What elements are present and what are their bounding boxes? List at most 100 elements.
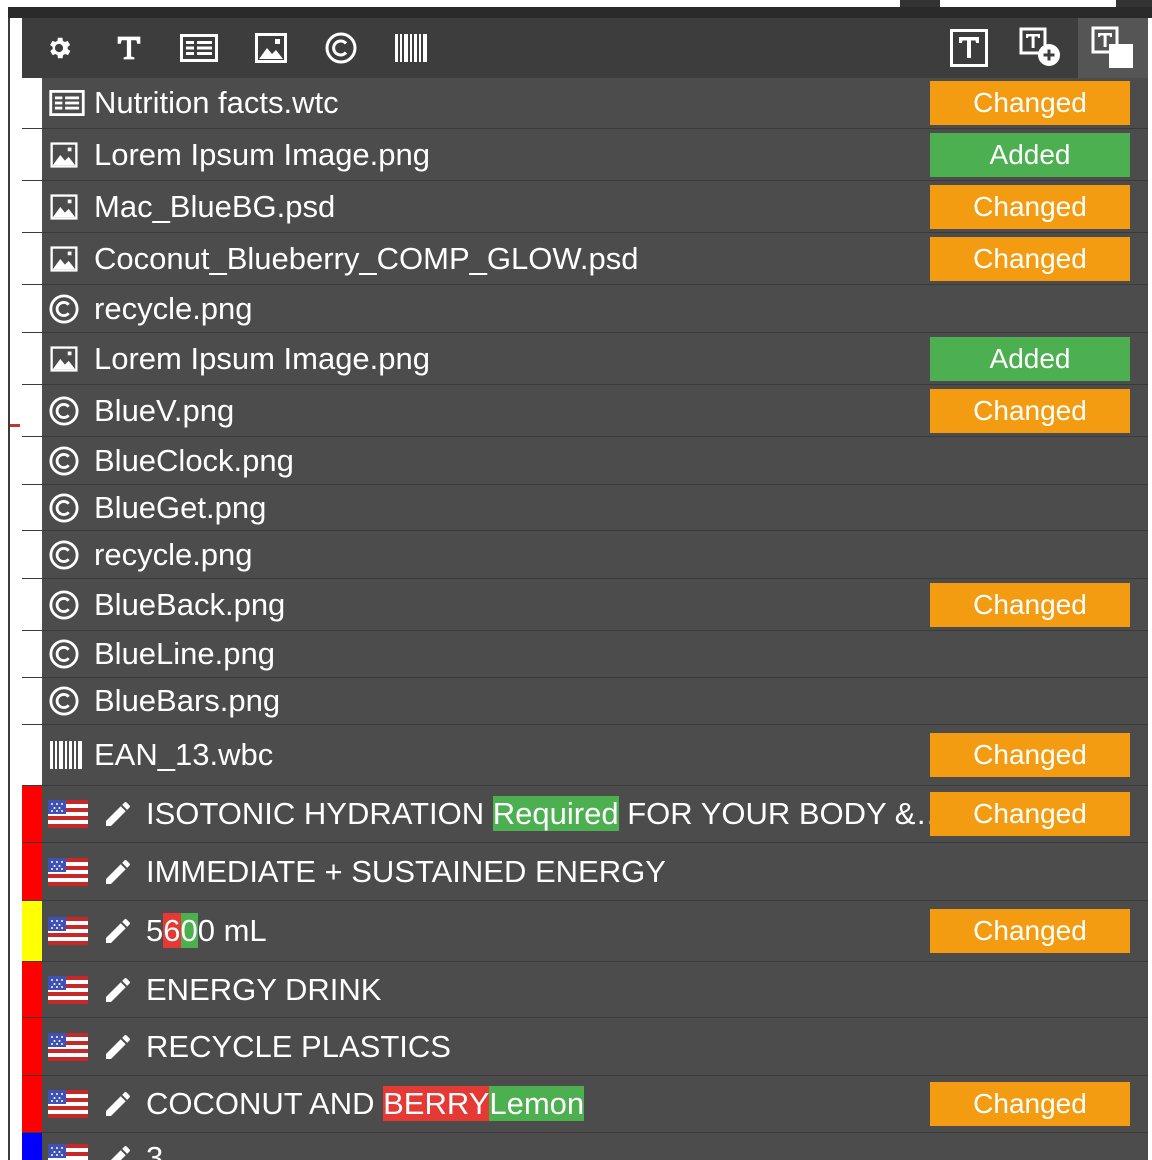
row-color-stripe — [22, 962, 42, 1017]
pencil-icon[interactable] — [102, 915, 134, 947]
layer-row[interactable]: BlueBars.png — [22, 678, 1148, 725]
pencil-icon[interactable] — [102, 798, 134, 830]
text-segment: 5 — [146, 913, 164, 948]
text-segment: RECYCLE PLASTICS — [146, 1028, 451, 1064]
status-badge: Changed — [930, 1082, 1130, 1126]
image-icon — [49, 345, 79, 373]
layer-row[interactable]: RECYCLE PLASTICS — [22, 1018, 1148, 1076]
table-icon[interactable] — [174, 18, 224, 78]
status-badge: Changed — [930, 733, 1130, 777]
layer-row[interactable]: Lorem Ipsum Image.png Added — [22, 333, 1148, 385]
status-badge: Changed — [930, 909, 1130, 953]
layer-row[interactable]: Nutrition facts.wtc Changed — [22, 78, 1148, 129]
layer-row[interactable]: recycle.png — [22, 285, 1148, 333]
status-badge: Changed — [930, 236, 1130, 281]
pencil-icon[interactable] — [102, 1142, 134, 1160]
layer-row[interactable]: Mac_BlueBG.psd Changed — [22, 181, 1148, 233]
layer-row[interactable]: COCONUT AND BERRYLemon Changed — [22, 1076, 1148, 1133]
text-layer-icon[interactable] — [1078, 18, 1148, 78]
row-color-stripe — [22, 1133, 42, 1160]
layer-name: BlueBack.png — [94, 586, 285, 624]
layer-list-panel: Nutrition facts.wtc Changed Lorem Ipsum Im… — [22, 18, 1148, 1160]
layer-name: recycle.png — [94, 290, 253, 328]
row-color-stripe — [22, 437, 42, 484]
layer-row[interactable]: ENERGY DRINK — [22, 962, 1148, 1018]
pencil-icon[interactable] — [102, 974, 134, 1006]
pencil-icon[interactable] — [102, 1088, 134, 1120]
layer-name: BlueLine.png — [94, 635, 275, 673]
status-badge: Added — [930, 132, 1130, 177]
copyright-icon — [49, 395, 79, 426]
status-badge: Changed — [930, 792, 1130, 836]
layer-name: Mac_BlueBG.psd — [94, 188, 335, 226]
inserted-text: Required — [492, 796, 619, 831]
layer-name: Lorem Ipsum Image.png — [94, 136, 430, 174]
layer-name: COCONUT AND BERRYLemon — [146, 1085, 585, 1123]
status-badge: Changed — [930, 184, 1130, 229]
us-flag-icon — [48, 1090, 88, 1118]
layer-name: 5600 mL — [146, 912, 267, 950]
layer-row[interactable]: BlueLine.png — [22, 631, 1148, 678]
layer-name: BlueClock.png — [94, 442, 294, 480]
image-icon — [49, 141, 79, 169]
copyright-icon — [49, 492, 79, 523]
text-segment: FOR YOUR BODY &… — [618, 796, 947, 831]
status-badge: Added — [930, 336, 1130, 381]
text-box-icon[interactable] — [942, 18, 996, 78]
text-segment: EAN_13.wbc — [94, 737, 274, 772]
barcode-icon[interactable] — [386, 18, 436, 78]
layer-name: Lorem Ipsum Image.png — [94, 340, 430, 378]
pencil-icon[interactable] — [102, 856, 134, 888]
row-color-stripe — [22, 1018, 42, 1075]
row-color-stripe — [22, 485, 42, 530]
deleted-text: BERRY — [383, 1086, 490, 1121]
layer-name: IMMEDIATE + SUSTAINED ENERGY — [146, 853, 666, 891]
layer-name: Coconut_Blueberry_COMP_GLOW.psd — [94, 240, 638, 278]
layer-row[interactable]: recycle.png — [22, 531, 1148, 579]
layer-row[interactable]: 3 — [22, 1133, 1148, 1160]
layer-row[interactable]: EAN_13.wbc Changed — [22, 725, 1148, 786]
layer-name: ENERGY DRINK — [146, 971, 381, 1009]
us-flag-icon — [48, 1032, 88, 1061]
layer-row[interactable]: ISOTONIC HYDRATION Required FOR YOUR BOD… — [22, 786, 1148, 843]
pencil-icon[interactable] — [102, 1031, 134, 1063]
status-badge: Changed — [930, 388, 1130, 433]
layer-row[interactable]: BlueGet.png — [22, 485, 1148, 531]
inserted-text: Lemon — [489, 1086, 585, 1121]
table-icon — [49, 90, 85, 116]
copyright-icon — [49, 445, 79, 476]
layer-row[interactable]: BlueBack.png Changed — [22, 579, 1148, 631]
text-add-icon[interactable] — [1014, 18, 1068, 78]
layer-row[interactable]: BlueClock.png — [22, 437, 1148, 485]
copyright-icon — [49, 686, 79, 716]
gear-icon[interactable] — [36, 18, 82, 78]
window-top-strip — [8, 0, 1152, 18]
image-icon — [49, 193, 79, 221]
left-edge-marker — [10, 424, 20, 427]
layer-row[interactable]: Coconut_Blueberry_COMP_GLOW.psd Changed — [22, 233, 1148, 285]
us-flag-icon — [48, 1143, 88, 1160]
text-segment: 3 — [146, 1139, 164, 1160]
row-color-stripe — [22, 678, 42, 724]
layer-row[interactable]: Lorem Ipsum Image.png Added — [22, 129, 1148, 181]
row-color-stripe — [22, 631, 42, 677]
row-color-stripe — [22, 901, 42, 961]
layer-row[interactable]: 5600 mL Changed — [22, 901, 1148, 962]
copyright-icon[interactable] — [316, 18, 366, 78]
layer-name: BlueBars.png — [94, 682, 280, 720]
text-segment: Nutrition facts.wtc — [94, 85, 339, 120]
text-segment: IMMEDIATE + SUSTAINED ENERGY — [146, 853, 666, 889]
copyright-icon — [49, 539, 79, 570]
barcode-icon — [49, 740, 83, 770]
layer-row[interactable]: BlueV.png Changed — [22, 385, 1148, 437]
text-icon[interactable] — [106, 18, 152, 78]
image-icon[interactable] — [246, 18, 296, 78]
row-color-stripe — [22, 181, 42, 232]
row-color-stripe — [22, 385, 42, 436]
layer-row[interactable]: IMMEDIATE + SUSTAINED ENERGY — [22, 843, 1148, 901]
top-strip-bar — [8, 7, 1152, 18]
text-segment: Lorem Ipsum Image.png — [94, 340, 431, 376]
image-icon — [49, 245, 79, 273]
text-segment: recycle.png — [94, 290, 253, 326]
text-segment: BlueV.png — [94, 392, 235, 428]
